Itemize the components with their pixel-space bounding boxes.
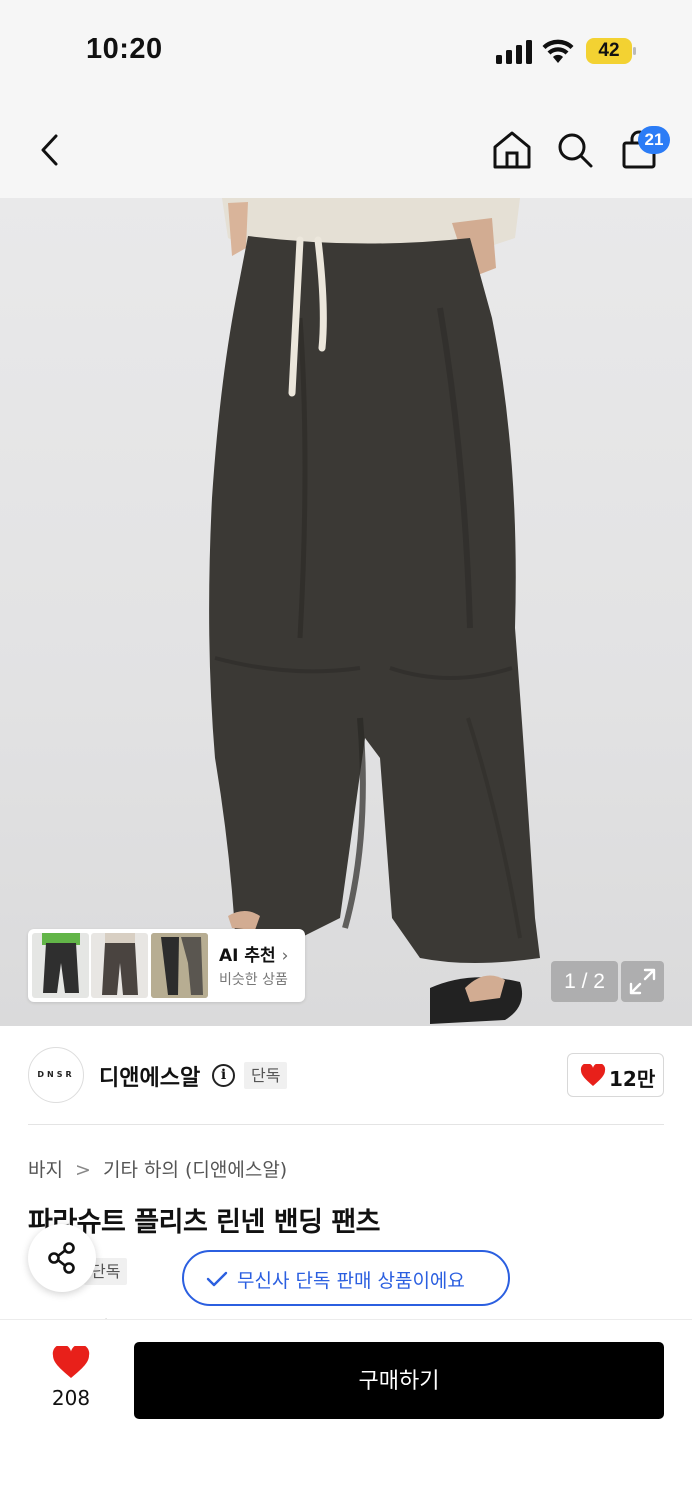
cellular-signal-icon <box>496 40 532 64</box>
product-image-gallery[interactable] <box>0 198 692 1026</box>
heart-icon <box>52 1346 90 1378</box>
status-bar: 10:20 42 <box>0 0 692 100</box>
heart-icon <box>580 1064 606 1086</box>
ai-recommendation-title: AI 추천 › <box>219 946 289 966</box>
battery-nub <box>633 47 636 55</box>
image-page-counter: 1 / 2 <box>551 961 618 1002</box>
breadcrumb-category[interactable]: 바지 <box>28 1159 63 1181</box>
brand-like-count: 12만 <box>609 1067 656 1091</box>
exclusive-sale-toast: 무신사 단독 판매 상품이에요 <box>182 1250 510 1306</box>
ai-recommendation-subtitle: 비슷한 상품 <box>219 972 288 988</box>
category-breadcrumb: 바지 > 기타 하의 (디앤에스알) <box>28 1155 287 1182</box>
divider <box>28 1124 664 1125</box>
breadcrumb-subcategory[interactable]: 기타 하의 (디앤에스알) <box>103 1159 287 1181</box>
product-like-button[interactable]: 208 <box>36 1346 106 1416</box>
product-detail-page: 10:20 42 21 AI 추천 › 비슷한 상품 1 / 2 DNSR 디앤… <box>0 0 692 1500</box>
expand-button[interactable] <box>621 961 664 1002</box>
share-icon <box>48 1242 75 1274</box>
share-button[interactable] <box>28 1224 96 1292</box>
back-arrow-icon[interactable] <box>36 130 64 170</box>
brand-name[interactable]: 디앤에스알 <box>99 1060 200 1092</box>
breadcrumb-separator: > <box>75 1159 91 1181</box>
battery-level: 42 <box>586 38 632 64</box>
product-like-count: 208 <box>51 1386 91 1410</box>
home-icon[interactable] <box>491 129 533 171</box>
recommendation-thumbnail[interactable] <box>91 933 148 998</box>
product-photo <box>209 198 540 1024</box>
brand-like-button[interactable]: 12만 <box>567 1053 664 1097</box>
chevron-right-icon: › <box>281 946 289 966</box>
recommendation-thumbnail[interactable] <box>151 933 208 998</box>
top-nav-bar <box>0 100 692 198</box>
status-time: 10:20 <box>86 33 163 65</box>
brand-logo[interactable]: DNSR <box>28 1047 84 1103</box>
check-icon <box>206 1271 228 1287</box>
exclusive-badge: 단독 <box>244 1062 288 1089</box>
ai-recommendation-card[interactable]: AI 추천 › 비슷한 상품 <box>28 929 305 1002</box>
recommendation-thumbnail[interactable] <box>32 933 89 998</box>
cart-count-badge: 21 <box>638 126 670 154</box>
buy-button[interactable]: 구매하기 <box>134 1342 664 1419</box>
wifi-icon <box>542 39 574 63</box>
search-icon[interactable] <box>555 130 595 170</box>
toast-text: 무신사 단독 판매 상품이에요 <box>237 1270 465 1292</box>
info-icon[interactable]: i <box>212 1064 235 1087</box>
expand-icon <box>629 968 656 995</box>
